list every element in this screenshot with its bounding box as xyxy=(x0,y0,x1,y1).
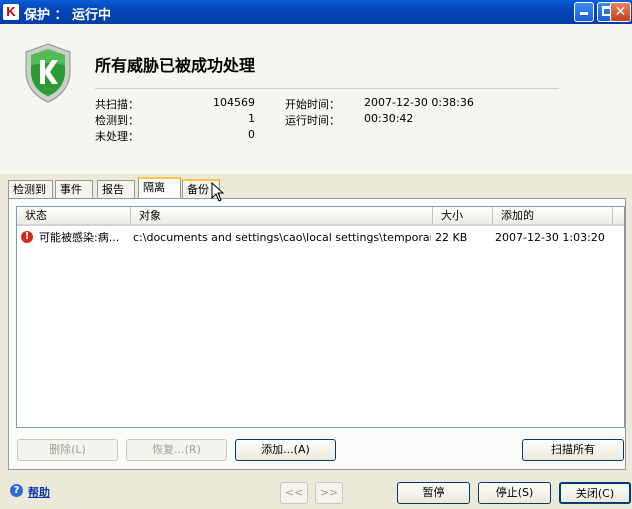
detected-label: 检测到： xyxy=(95,114,139,127)
tab-detected[interactable]: 检测到 xyxy=(8,180,53,198)
column-status[interactable]: 状态 xyxy=(17,207,131,226)
stop-button[interactable]: 停止(S) xyxy=(478,482,551,504)
close-button[interactable]: 关闭(C) xyxy=(559,482,631,504)
kaspersky-logo-icon: K xyxy=(3,4,19,20)
pause-button[interactable]: 暂停 xyxy=(397,482,470,504)
detected-value: 1 xyxy=(248,112,255,125)
window-title: 保护 ： 运行中 xyxy=(24,8,112,23)
start-time-value: 2007-12-30 0:38:36 xyxy=(364,96,474,109)
tab-reports[interactable]: 报告 xyxy=(97,180,135,198)
help-label: 帮助 xyxy=(28,486,50,499)
column-object[interactable]: 对象 xyxy=(131,207,433,226)
minimize-button[interactable] xyxy=(574,2,594,22)
scan-all-button[interactable]: 扫描所有 xyxy=(522,439,624,461)
column-size[interactable]: 大小 xyxy=(433,207,493,226)
delete-button[interactable]: 删除(L) xyxy=(17,439,118,461)
status-headline: 所有威胁已被成功处理 xyxy=(95,56,256,75)
unhandled-label: 未处理： xyxy=(95,130,139,143)
title-bar: K 保护 ： 运行中 ✕ xyxy=(0,0,632,24)
restore-button[interactable]: 恢复...(R) xyxy=(126,439,227,461)
help-icon: ? xyxy=(10,484,23,497)
quarantine-list[interactable]: 状态 对象 大小 添加的 ! 可能被感染:病... c:\documents a… xyxy=(16,206,625,428)
row-size: 22 KB xyxy=(435,231,468,244)
mouse-cursor-icon xyxy=(211,182,224,202)
header-divider xyxy=(95,88,559,89)
table-row[interactable]: ! 可能被感染:病... c:\documents and settings\c… xyxy=(17,229,624,246)
close-window-button[interactable]: ✕ xyxy=(610,2,631,22)
row-added: 2007-12-30 1:03:20 xyxy=(495,231,605,244)
runtime-value: 00:30:42 xyxy=(364,112,414,125)
shield-icon xyxy=(25,43,71,103)
column-filler xyxy=(613,207,624,226)
next-button[interactable]: >> xyxy=(315,482,343,504)
unhandled-value: 0 xyxy=(248,128,255,141)
add-button[interactable]: 添加...(A) xyxy=(235,439,336,461)
scanned-value: 104569 xyxy=(213,96,255,109)
row-object: c:\documents and settings\cao\local sett… xyxy=(133,231,431,244)
status-header: 所有威胁已被成功处理 共扫描： 104569 检测到： 1 未处理： 0 开始时… xyxy=(0,24,632,174)
start-time-label: 开始时间： xyxy=(285,98,340,111)
prev-button[interactable]: << xyxy=(280,482,308,504)
close-icon: ✕ xyxy=(614,4,627,20)
warning-icon: ! xyxy=(21,231,33,243)
tab-events[interactable]: 事件 xyxy=(55,180,93,198)
row-status: 可能被感染:病... xyxy=(39,231,120,244)
tab-quarantine[interactable]: 隔离 xyxy=(138,177,181,200)
column-added[interactable]: 添加的 xyxy=(493,207,613,226)
scanned-label: 共扫描： xyxy=(95,98,139,111)
runtime-label: 运行时间： xyxy=(285,114,340,127)
